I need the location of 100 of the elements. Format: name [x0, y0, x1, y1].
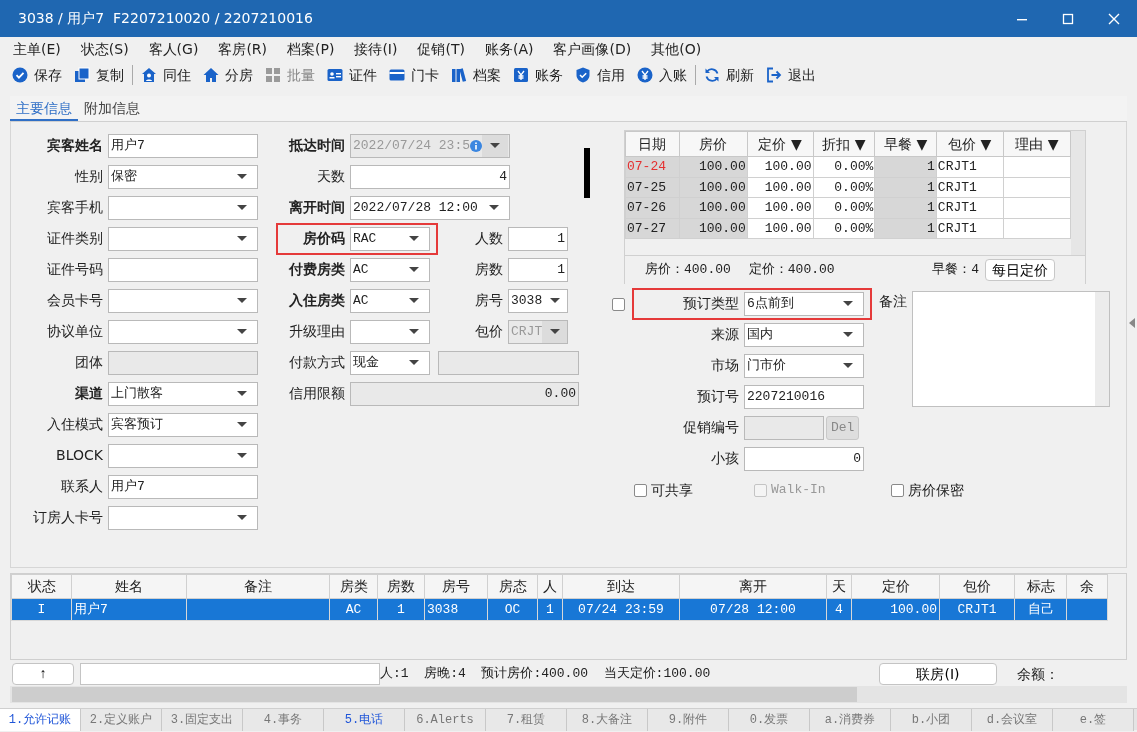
column-header[interactable]: 定价 ▼ — [747, 131, 813, 157]
amount-field[interactable]: 0.00 — [350, 381, 579, 406]
column-header[interactable]: 早餐 ▼ — [874, 131, 937, 157]
tab[interactable]: 8.大备注 — [567, 709, 648, 731]
column-header[interactable]: 房类 — [329, 574, 378, 599]
column-header[interactable]: 房数 — [377, 574, 425, 599]
menu-item[interactable]: 接待(I) — [349, 39, 403, 60]
column-header[interactable]: 余 — [1066, 574, 1108, 599]
table-row[interactable]: I 用户7 AC 1 3038 OC 1 07/24 23:59 07/28 12:00 4 100.00 CRJT1 自己 — [11, 598, 1108, 621]
link-room-button[interactable]: 联房(I) — [879, 663, 997, 685]
dropdown-field[interactable]: 3038 — [508, 288, 568, 313]
checkbox[interactable] — [634, 483, 647, 497]
scrollbar[interactable] — [1095, 292, 1109, 406]
menu-item[interactable]: 档案(P) — [282, 39, 340, 60]
menu-item[interactable]: 客人(G) — [143, 39, 204, 60]
column-header[interactable]: 离开 — [679, 574, 827, 599]
column-header[interactable]: 房价 — [679, 131, 748, 157]
dropdown-field[interactable] — [108, 226, 258, 251]
tab[interactable]: 附加信息 — [78, 96, 146, 121]
column-header[interactable]: 包价 ▼ — [936, 131, 1004, 157]
maximize-icon[interactable] — [1061, 11, 1075, 26]
dropdown-field[interactable]: 国内 — [744, 322, 864, 347]
text-field[interactable] — [80, 663, 380, 685]
number-field[interactable]: 1 — [508, 226, 568, 251]
column-header[interactable]: 房号 — [424, 574, 488, 599]
text-field[interactable]: 2207210016 — [744, 384, 864, 409]
column-header[interactable]: 房态 — [487, 574, 538, 599]
menu-item[interactable]: 账务(A) — [479, 39, 539, 60]
number-field[interactable]: 1 — [508, 257, 568, 282]
toolbar-button[interactable]: 档案 — [445, 63, 507, 87]
column-header[interactable]: 状态 — [11, 574, 72, 599]
tab[interactable]: 4.事务 — [243, 709, 324, 731]
dropdown-field[interactable]: 现金 — [350, 350, 430, 375]
column-header[interactable]: 天 — [826, 574, 852, 599]
scrollbar[interactable] — [10, 686, 1127, 703]
dropdown-field[interactable]: 6点前到 — [744, 291, 864, 316]
toolbar-button[interactable]: 保存 — [6, 63, 68, 87]
column-header[interactable]: 包价 — [939, 574, 1015, 599]
collapse-arrow-icon[interactable] — [1129, 318, 1135, 328]
tab[interactable]: 0.发票 — [729, 709, 810, 731]
dropdown-field[interactable] — [108, 505, 258, 530]
toolbar-button[interactable]: 门卡 — [383, 63, 445, 87]
tab[interactable]: b.小团 — [891, 709, 972, 731]
tab[interactable]: 3.固定支出 — [162, 709, 243, 731]
readonly-field[interactable] — [438, 350, 579, 375]
readonly-field[interactable] — [108, 350, 258, 375]
tab[interactable]: e.签 — [1053, 709, 1134, 731]
dropdown-field[interactable]: AC — [350, 288, 430, 313]
toolbar-button[interactable]: 入账 — [631, 63, 693, 87]
toolbar-button[interactable]: 证件 — [321, 63, 383, 87]
text-field[interactable]: 用户7 — [108, 474, 258, 499]
dropdown-field[interactable]: RAC — [350, 226, 430, 251]
toolbar-button[interactable]: 退出 — [760, 63, 822, 87]
dropdown-field[interactable] — [108, 319, 258, 344]
number-field[interactable]: 4 — [350, 164, 510, 189]
daily-rate-button[interactable]: 每日定价 — [985, 259, 1055, 281]
toolbar-button[interactable]: 账务 — [507, 63, 569, 87]
dropdown-field[interactable] — [350, 319, 430, 344]
checkbox[interactable] — [612, 297, 625, 311]
column-header[interactable]: 标志 — [1014, 574, 1067, 599]
close-icon[interactable] — [1107, 11, 1121, 26]
dropdown-field[interactable]: 保密 — [108, 164, 258, 189]
column-header[interactable]: 折扣 ▼ — [813, 131, 875, 157]
column-header[interactable]: 备注 — [186, 574, 330, 599]
menu-item[interactable]: 状态(S) — [75, 39, 134, 60]
toolbar-button[interactable]: 刷新 — [698, 63, 760, 87]
tab[interactable]: a.消费券 — [810, 709, 891, 731]
column-header[interactable]: 理由 ▼ — [1003, 131, 1071, 157]
up-button[interactable]: ↑ — [12, 663, 74, 685]
column-header[interactable]: 定价 — [851, 574, 940, 599]
tab[interactable]: 6.Alerts — [405, 709, 486, 731]
tab[interactable]: 2.定义账户 — [81, 709, 162, 731]
tab[interactable]: d.会议室 — [972, 709, 1053, 731]
dropdown-field[interactable]: 宾客预订 — [108, 412, 258, 437]
text-field[interactable]: 用户7 — [108, 133, 258, 158]
dropdown-field[interactable] — [108, 195, 258, 220]
dropdown-field[interactable]: AC — [350, 257, 430, 282]
number-field[interactable]: 0 — [744, 446, 864, 471]
tab[interactable]: 9.附件 — [648, 709, 729, 731]
column-header[interactable]: 人 — [537, 574, 563, 599]
scrollbar[interactable] — [1071, 131, 1085, 255]
checkbox[interactable] — [891, 483, 904, 497]
date-field[interactable]: 2022/07/28 12:00 — [350, 195, 510, 220]
menu-item[interactable]: 促销(T) — [412, 39, 470, 60]
tab[interactable]: 5.电话 — [324, 709, 405, 731]
column-header[interactable]: 到达 — [562, 574, 680, 599]
dropdown-field[interactable]: 上门散客 — [108, 381, 258, 406]
text-field[interactable] — [108, 257, 258, 282]
toolbar-button[interactable]: 复制 — [68, 63, 130, 87]
dropdown-field[interactable]: 门市价 — [744, 353, 864, 378]
menu-item[interactable]: 其他(O) — [646, 39, 707, 60]
remark-field[interactable] — [912, 291, 1110, 407]
tab[interactable]: 1.允许记账 — [0, 709, 81, 731]
readonly-field[interactable] — [744, 415, 824, 440]
toolbar-button[interactable]: 信用 — [569, 63, 631, 87]
column-header[interactable]: 姓名 — [71, 574, 187, 599]
dropdown-field[interactable] — [108, 443, 258, 468]
toolbar-button[interactable]: 同住 — [135, 63, 197, 87]
tab[interactable]: 7.租赁 — [486, 709, 567, 731]
column-header[interactable]: 日期 — [625, 131, 680, 157]
